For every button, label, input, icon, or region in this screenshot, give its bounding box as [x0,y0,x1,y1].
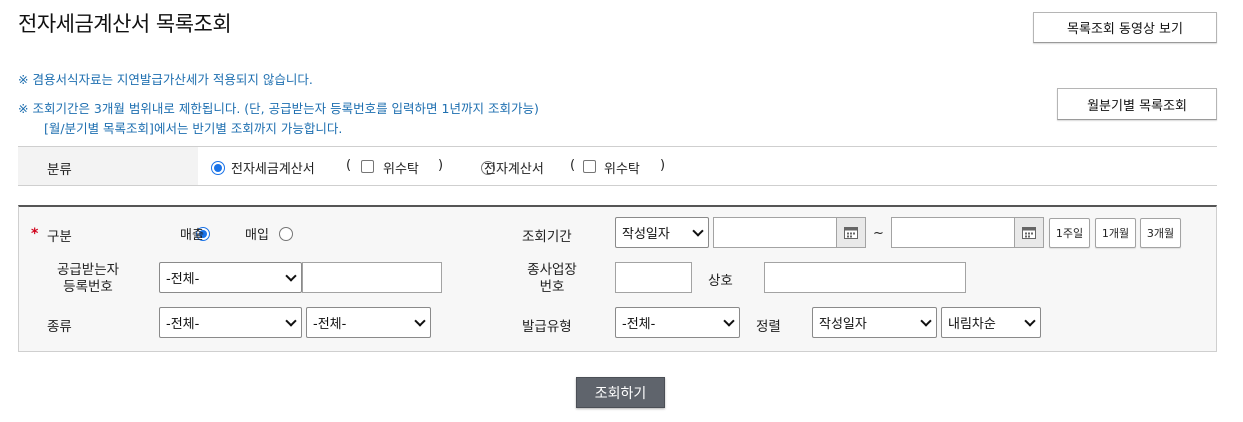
required-mark: * [31,226,39,242]
paren-open-1: ( [346,158,352,173]
supplier-reg-label-line2: 등록번호 [63,279,113,295]
issue-type-value: -전체- [622,317,656,332]
chevron-down-icon [285,269,297,282]
notice-semiannual: [월/분기별 목록조회]에서는 반기별 조회까지 가능합니다. [44,121,343,136]
video-guide-button[interactable]: 목록조회 동영상 보기 [1033,12,1217,43]
e-tax-invoice-radio[interactable] [211,160,225,175]
chevron-down-icon [1024,314,1036,327]
one-month-button[interactable]: 1개월 [1095,218,1136,248]
category-bottom-divider [18,185,1217,186]
supplier-reg-label-line1: 공급받는자 [56,262,120,278]
sort-order-select[interactable]: 내림차순 [941,307,1041,338]
monthly-quarterly-button[interactable]: 월분기별 목록조회 [1057,88,1217,120]
trust-label-2: 위수탁 [604,162,640,177]
category-label-cell [18,147,198,185]
calendar-icon[interactable] [1014,217,1044,248]
kind-select-2[interactable]: -전체- [306,307,431,338]
notice-period-limit: ※ 조회기간은 3개월 범위내로 제한됩니다. (단, 공급받는자 등록번호를 … [18,101,539,116]
sort-field-value: 작성일자 [819,317,867,332]
trust-checkbox-2[interactable] [583,160,596,173]
kind-select-1[interactable]: -전체- [159,307,302,338]
supplier-reg-label: 공급받는자 등록번호 [38,262,138,296]
date-range-tilde: ~ [873,226,884,241]
branch-number-label: 종사업장 번호 [512,262,592,296]
calendar-icon[interactable] [836,217,866,248]
chevron-down-icon [920,314,932,327]
division-label: 구분 [47,229,72,245]
chevron-down-icon [723,314,735,327]
supplier-type-select[interactable]: -전체- [159,262,302,293]
supplier-reg-input[interactable] [302,262,442,293]
chevron-down-icon [285,314,297,327]
page-title: 전자세금계산서 목록조회 [18,12,232,36]
branch-number-label-line1: 종사업장 [527,262,577,278]
branch-number-input[interactable] [615,262,692,293]
kind-select-1-value: -전체- [166,317,200,332]
purchase-label: 매입 [245,228,269,243]
paren-close-1: ) [438,158,444,173]
sort-order-value: 내림차순 [948,317,996,332]
paren-open-2: ( [570,158,576,173]
three-months-button[interactable]: 3개월 [1140,218,1181,248]
issue-type-label: 발급유형 [522,319,572,335]
period-label: 조회기간 [522,229,572,245]
company-name-label: 상호 [708,273,733,289]
search-button[interactable]: 조회하기 [576,377,665,408]
trust-checkbox-1[interactable] [361,160,374,173]
kind-select-2-value: -전체- [313,317,347,332]
one-week-button[interactable]: 1주일 [1049,218,1090,248]
branch-number-label-line2: 번호 [539,279,565,295]
sort-field-select[interactable]: 작성일자 [812,307,937,338]
chevron-down-icon [414,314,426,327]
e-tax-invoice-label: 전자세금계산서 [231,162,315,177]
period-type-value: 작성일자 [622,227,670,242]
chevron-down-icon [692,224,704,237]
supplier-type-value: -전체- [166,272,200,287]
purchase-radio[interactable] [279,226,294,241]
issue-type-select[interactable]: -전체- [615,307,740,338]
paren-close-2: ) [660,158,666,173]
trust-label-1: 위수탁 [383,162,419,177]
date-to-input[interactable] [891,217,1015,248]
period-type-select[interactable]: 작성일자 [615,217,709,248]
category-label: 분류 [47,162,72,178]
notice-mixed-form: ※ 겸용서식자료는 지연발급가산세가 적용되지 않습니다. [18,72,313,87]
sort-label: 정렬 [756,319,781,335]
kind-label: 종류 [47,319,72,335]
date-from-input[interactable] [713,217,837,248]
sales-label: 매출 [180,228,204,243]
company-name-input[interactable] [764,262,966,293]
e-invoice-label: 전자계산서 [484,162,544,177]
